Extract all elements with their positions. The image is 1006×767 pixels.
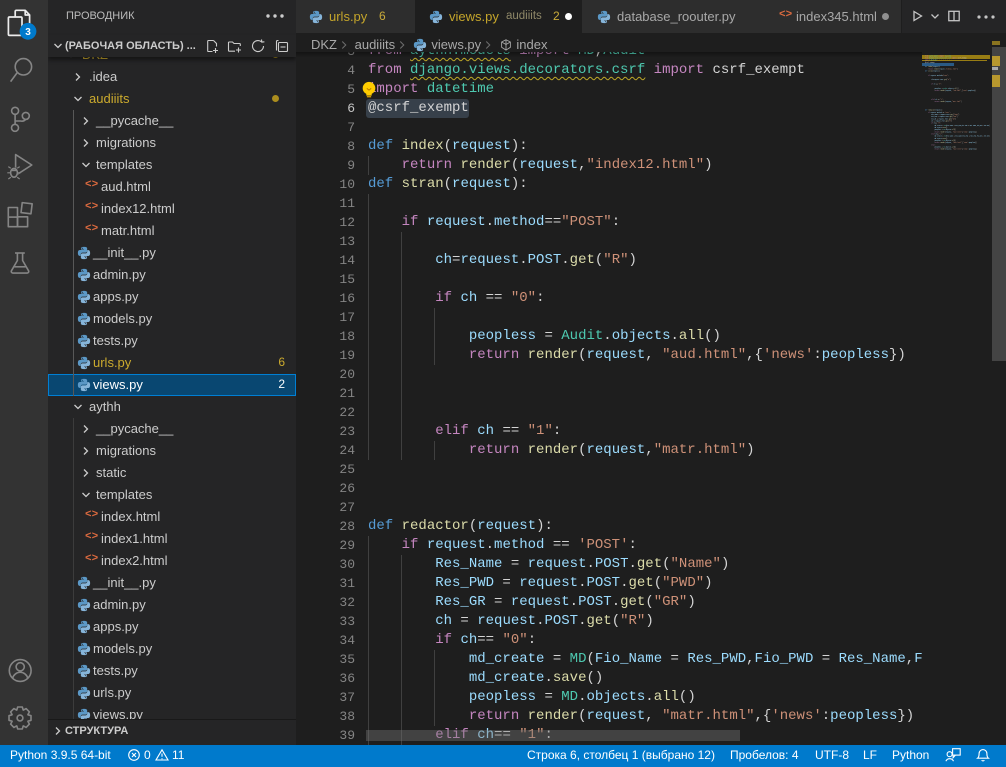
- svg-text:3: 3: [25, 27, 31, 38]
